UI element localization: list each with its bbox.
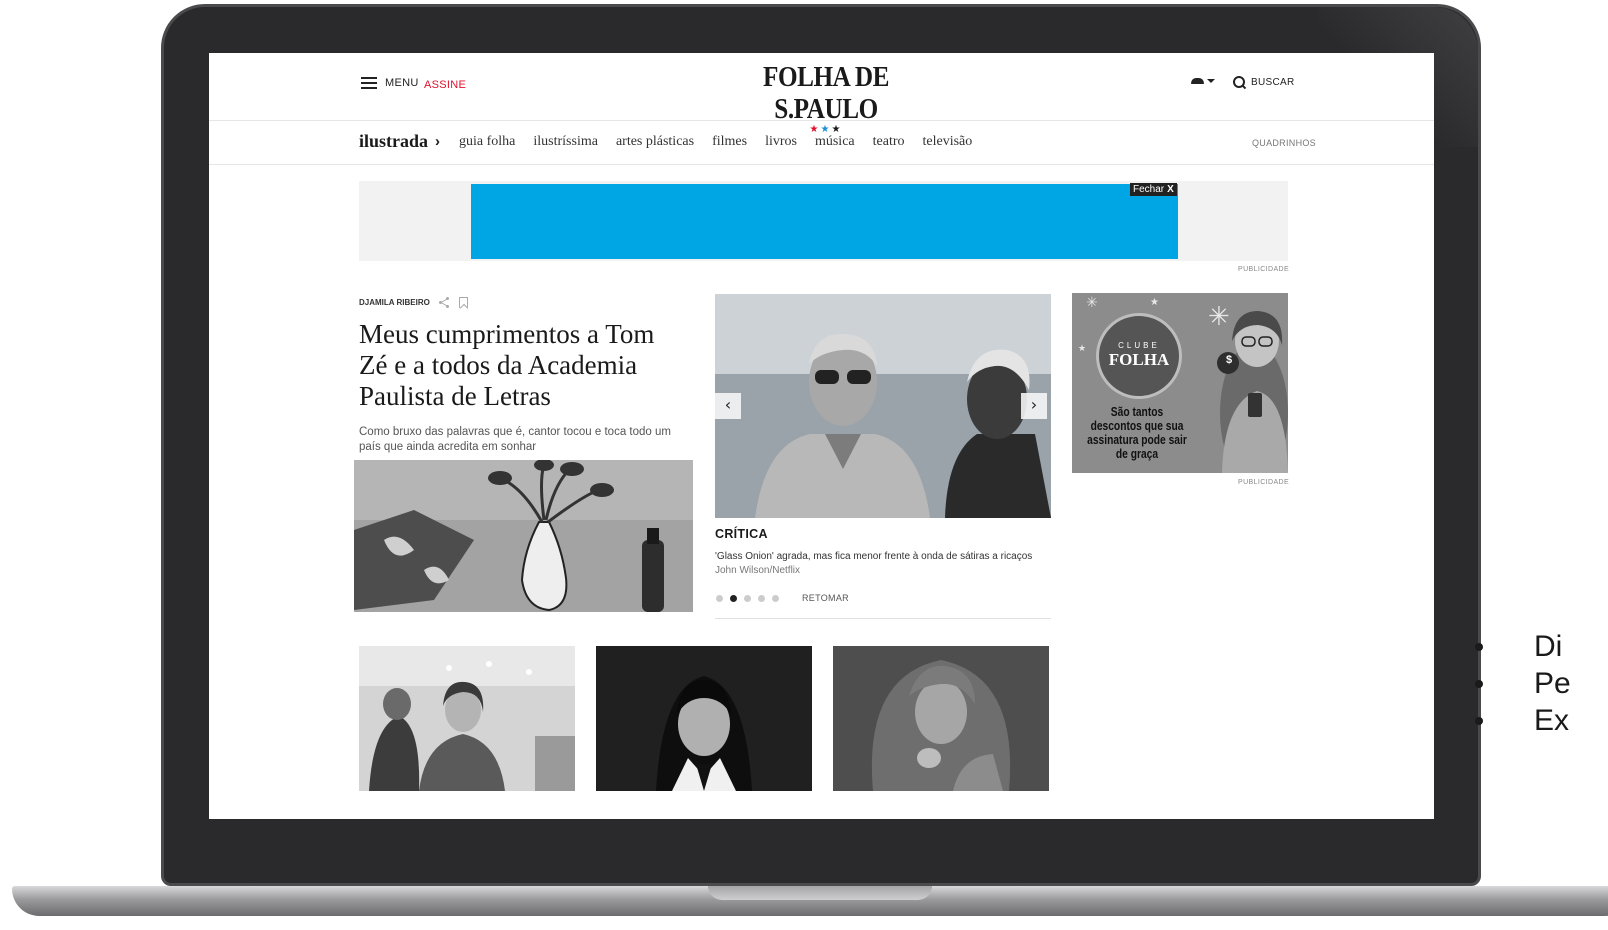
- thumbnail-article-2[interactable]: [596, 646, 812, 791]
- lead-summary: Como bruxo das palavras que é, cantor to…: [359, 426, 671, 453]
- ad-close-button[interactable]: Fechar X: [1130, 183, 1177, 196]
- menu-button[interactable]: MENU: [361, 77, 419, 89]
- carousel-kicker: CRÍTICA: [715, 527, 768, 541]
- carousel-image[interactable]: [715, 294, 1051, 518]
- carousel-dot-active[interactable]: [730, 595, 737, 602]
- nav-link-quadrinhos[interactable]: QUADRINHOS: [1252, 138, 1316, 148]
- film-still-image: [715, 294, 1051, 518]
- lead-headline[interactable]: Meus cumprimentos a Tom Zé e a todos da …: [359, 319, 689, 412]
- svg-text:✳: ✳: [1086, 295, 1098, 311]
- carousel-title[interactable]: 'Glass Onion' agrada, mas fica menor fre…: [715, 551, 1055, 562]
- site-header: MENU ASSINE FOLHA DE S.PAULO ★★★ BUSCAR: [209, 53, 1434, 135]
- carousel-dot[interactable]: [772, 595, 779, 602]
- bullet-text: Di: [1534, 629, 1563, 663]
- clube-folha-badge: CLUBE FOLHA: [1096, 313, 1182, 399]
- carousel-dots: [716, 595, 779, 602]
- nav-link-filmes[interactable]: filmes: [712, 134, 747, 150]
- nav-link-ilustrissima[interactable]: ilustríssima: [533, 134, 598, 150]
- svg-text:★: ★: [1078, 344, 1086, 354]
- dollar-icon: $: [1225, 354, 1233, 366]
- list-item: Pe: [1475, 665, 1571, 702]
- list-item: Di: [1475, 628, 1571, 665]
- logo-text: FOLHA DE S.PAULO: [763, 62, 889, 125]
- carousel-photo-credit: John Wilson/Netflix: [715, 565, 801, 576]
- ad-publicity-label: PUBLICIDADE: [1238, 266, 1290, 273]
- slide-bullet-list: Di Pe Ex: [1475, 628, 1571, 739]
- carousel-next-button[interactable]: ›: [1021, 393, 1047, 419]
- carousel-dot[interactable]: [716, 595, 723, 602]
- author-name[interactable]: DJAMILA RIBEIRO: [359, 298, 430, 307]
- clube-label: CLUBE: [1118, 341, 1160, 350]
- actress-portrait-image: [833, 646, 1049, 791]
- list-item: Ex: [1475, 702, 1571, 739]
- hamburger-icon: [361, 77, 377, 89]
- divider: [715, 618, 1051, 619]
- byline: DJAMILA RIBEIRO: [359, 297, 468, 308]
- search-label: BUSCAR: [1251, 77, 1295, 88]
- nav-link-artes-plasticas[interactable]: artes plásticas: [616, 134, 694, 150]
- clube-folha-ad[interactable]: ✳ ✳ ★ ★ CLUBE FOLHA $ São tantos descont…: [1072, 293, 1288, 473]
- thumbnail-article-3[interactable]: [833, 646, 1049, 791]
- svg-text:★: ★: [1150, 297, 1159, 308]
- nav-link-televisao[interactable]: televisão: [923, 134, 973, 150]
- share-icon[interactable]: [438, 297, 450, 308]
- search-button[interactable]: BUSCAR: [1233, 76, 1294, 89]
- caret-down-icon: [1207, 78, 1215, 83]
- wednesday-portrait-image: [596, 646, 812, 791]
- menu-label: MENU: [385, 77, 419, 89]
- nav-link-musica[interactable]: música: [815, 134, 855, 150]
- user-icon: [1191, 77, 1204, 84]
- ad-close-label: Fechar: [1133, 184, 1165, 195]
- vase-painting-image: [354, 460, 693, 612]
- nav-link-guia-folha[interactable]: guia folha: [459, 134, 515, 150]
- lead-image[interactable]: [354, 460, 693, 612]
- woman-portrait-image: [359, 646, 575, 791]
- bookmark-icon[interactable]: [458, 297, 468, 308]
- carousel-dot[interactable]: [758, 595, 765, 602]
- side-ad-publicity-label: PUBLICIDADE: [1238, 479, 1290, 486]
- carousel-resume-button[interactable]: RETOMAR: [802, 593, 849, 603]
- bullet-icon: [1475, 679, 1483, 688]
- close-icon: X: [1167, 184, 1174, 195]
- svg-text:✳: ✳: [1208, 302, 1230, 332]
- search-icon: [1233, 76, 1246, 89]
- section-title[interactable]: ilustrada: [359, 131, 428, 152]
- carousel-dot[interactable]: [744, 595, 751, 602]
- clube-ad-text: São tantos descontos que sua assinatura …: [1087, 405, 1187, 461]
- bullet-icon: [1475, 642, 1483, 651]
- nav-link-teatro[interactable]: teatro: [873, 134, 905, 150]
- chevron-right-icon: ›: [435, 133, 440, 150]
- laptop-notch: [708, 886, 932, 900]
- user-menu-button[interactable]: [1191, 77, 1215, 84]
- bullet-icon: [1475, 716, 1483, 725]
- section-links: guia folha ilustríssima artes plásticas …: [459, 134, 990, 150]
- nav-link-livros[interactable]: livros: [765, 134, 797, 150]
- carousel-prev-button[interactable]: ‹: [715, 393, 741, 419]
- bullet-text: Ex: [1534, 703, 1570, 737]
- ad-banner[interactable]: [471, 184, 1178, 259]
- folha-label: FOLHA: [1108, 350, 1170, 369]
- section-nav: ilustrada › guia folha ilustríssima arte…: [209, 121, 1434, 165]
- thumbnail-article-1[interactable]: [359, 646, 575, 791]
- laptop-screen: MENU ASSINE FOLHA DE S.PAULO ★★★ BUSCAR …: [209, 53, 1434, 819]
- bullet-text: Pe: [1534, 666, 1571, 700]
- subscribe-link[interactable]: ASSINE: [424, 79, 466, 91]
